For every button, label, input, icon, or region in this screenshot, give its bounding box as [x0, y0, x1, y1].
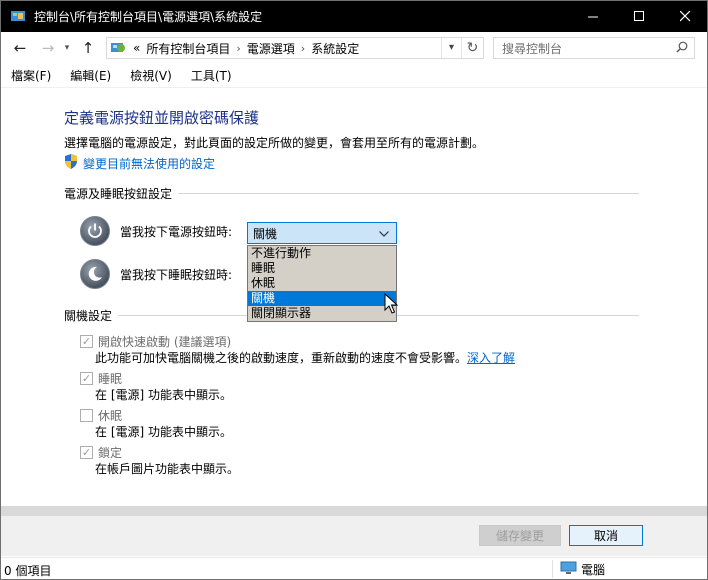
overflow-crumb[interactable]: « [133, 41, 140, 55]
lock-checkbox[interactable]: ✓ [80, 446, 93, 459]
refresh-icon: ↻ [466, 40, 479, 56]
close-button[interactable] [662, 0, 708, 32]
chevron-down-icon: ▾ [448, 42, 455, 53]
fast-startup-label: 開啟快速啟動 (建議選項) [98, 335, 232, 349]
button-area: 儲存變更 取消 [0, 516, 708, 556]
search-icon [676, 41, 688, 56]
menu-bar: 檔案(F) 編輯(E) 檢視(V) 工具(T) [0, 64, 708, 88]
option-do-nothing[interactable]: 不進行動作 [248, 246, 396, 261]
address-bar: ← → ▾ ↑ « 所有控制台項目 › 電源選項 › 系統設定 ▾ ↻ 搜尋控制… [0, 32, 708, 64]
computer-icon [560, 561, 577, 578]
location-label: 電腦 [581, 563, 606, 577]
sleep-label: 睡眠 [98, 372, 123, 386]
refresh-button[interactable]: ↻ [461, 38, 483, 58]
lock-option: ✓ 鎖定 [80, 444, 122, 461]
save-changes-button[interactable]: 儲存變更 [479, 525, 561, 546]
lock-description: 在帳戶圖片功能表中顯示。 [95, 462, 240, 476]
sleep-option: ✓ 睡眠 [80, 370, 122, 387]
option-sleep[interactable]: 睡眠 [248, 261, 396, 276]
power-button-row: 當我按下電源按鈕時: [80, 216, 232, 246]
mouse-cursor-icon [384, 292, 399, 318]
power-button-action-select[interactable]: 關機 [247, 222, 397, 244]
recent-locations-button[interactable]: ▾ [60, 36, 74, 60]
option-turn-off-display[interactable]: 關閉顯示器 [248, 306, 396, 321]
item-count: 0 個項目 [4, 564, 52, 578]
learn-more-link[interactable]: 深入了解 [467, 351, 515, 365]
sleep-moon-icon [80, 259, 110, 289]
uac-shield-icon [64, 154, 78, 172]
fast-startup-desc-text: 此功能可加快電腦關機之後的啟動速度，重新啟動的速度不會受影響。 [95, 351, 468, 365]
fast-startup-option: ✓ 開啟快速啟動 (建議選項) [80, 333, 231, 350]
menu-file[interactable]: 檔案(F) [0, 67, 59, 84]
hibernate-checkbox[interactable] [80, 409, 93, 422]
breadcrumb-power-options[interactable]: 電源選項 [247, 40, 295, 57]
page-description: 選擇電腦的電源設定，對此頁面的設定所做的變更，會套用至所有的電源計劃。 [64, 136, 485, 150]
sleep-button-label: 當我按下睡眠按鈕時: [120, 267, 233, 282]
arrow-up-icon: ↑ [81, 39, 95, 57]
power-button-label: 當我按下電源按鈕時: [120, 224, 233, 239]
hibernate-option: 休眠 [80, 407, 122, 424]
search-placeholder: 搜尋控制台 [502, 41, 563, 56]
back-button[interactable]: ← [8, 36, 32, 60]
chevron-down-icon [379, 226, 389, 240]
location-icon [109, 39, 127, 58]
footer-separator [0, 506, 708, 516]
arrow-left-icon: ← [13, 39, 27, 57]
lock-label: 鎖定 [98, 446, 123, 460]
control-panel-icon [10, 8, 26, 24]
chevron-right-icon[interactable]: › [236, 42, 240, 55]
breadcrumb-all-items[interactable]: 所有控制台項目 [146, 40, 230, 57]
hibernate-description: 在 [電源] 功能表中顯示。 [95, 425, 232, 439]
section-divider [178, 193, 639, 194]
sleep-description: 在 [電源] 功能表中顯示。 [95, 388, 232, 402]
chevron-right-icon[interactable]: › [301, 42, 305, 55]
main-content: 定義電源按鈕並開啟密碼保護 選擇電腦的電源設定，對此頁面的設定所做的變更，會套用… [0, 88, 708, 506]
power-section-header: 電源及睡眠按鈕設定 [64, 185, 639, 202]
sleep-button-row: 當我按下睡眠按鈕時: [80, 259, 232, 289]
page-title: 定義電源按鈕並開啟密碼保護 [64, 109, 260, 127]
status-location: 電腦 [560, 561, 605, 578]
shutdown-section-title: 關機設定 [64, 309, 113, 323]
menu-view[interactable]: 檢視(V) [119, 67, 180, 84]
minimize-button[interactable] [570, 0, 616, 32]
power-button-selected-value: 關機 [253, 226, 278, 241]
admin-link-label: 變更目前無法使用的設定 [83, 156, 216, 171]
up-button[interactable]: ↑ [76, 36, 100, 60]
title-bar: 控制台\所有控制台項目\電源選項\系統設定 [0, 0, 708, 32]
chevron-down-icon: ▾ [64, 43, 70, 53]
address-box[interactable]: « 所有控制台項目 › 電源選項 › 系統設定 ▾ ↻ [106, 37, 484, 59]
window-title: 控制台\所有控制台項目\電源選項\系統設定 [34, 9, 263, 24]
option-hibernate[interactable]: 休眠 [248, 276, 396, 291]
power-section-title: 電源及睡眠按鈕設定 [64, 187, 173, 201]
status-bar: 0 個項目 電腦 [0, 557, 708, 580]
option-shut-down[interactable]: 關機 [248, 291, 396, 306]
sleep-checkbox[interactable]: ✓ [80, 372, 93, 385]
search-input[interactable]: 搜尋控制台 [493, 37, 695, 59]
change-unavailable-settings-link[interactable]: 變更目前無法使用的設定 [64, 154, 215, 172]
forward-button[interactable]: → [36, 36, 60, 60]
menu-tools[interactable]: 工具(T) [180, 67, 240, 84]
breadcrumb-system-settings[interactable]: 系統設定 [311, 40, 359, 57]
maximize-button[interactable] [616, 0, 662, 32]
fast-startup-description: 此功能可加快電腦關機之後的啟動速度，重新啟動的速度不會受影響。深入了解 [95, 349, 515, 366]
fast-startup-checkbox[interactable]: ✓ [80, 335, 93, 348]
address-dropdown-button[interactable]: ▾ [441, 38, 461, 58]
menu-edit[interactable]: 編輯(E) [59, 67, 119, 84]
status-divider [552, 560, 553, 578]
hibernate-label: 休眠 [98, 409, 123, 423]
cancel-button[interactable]: 取消 [569, 525, 643, 546]
power-action-dropdown-list: 不進行動作 睡眠 休眠 關機 關閉顯示器 [247, 245, 397, 322]
power-icon [80, 216, 110, 246]
arrow-right-icon: → [41, 39, 55, 57]
